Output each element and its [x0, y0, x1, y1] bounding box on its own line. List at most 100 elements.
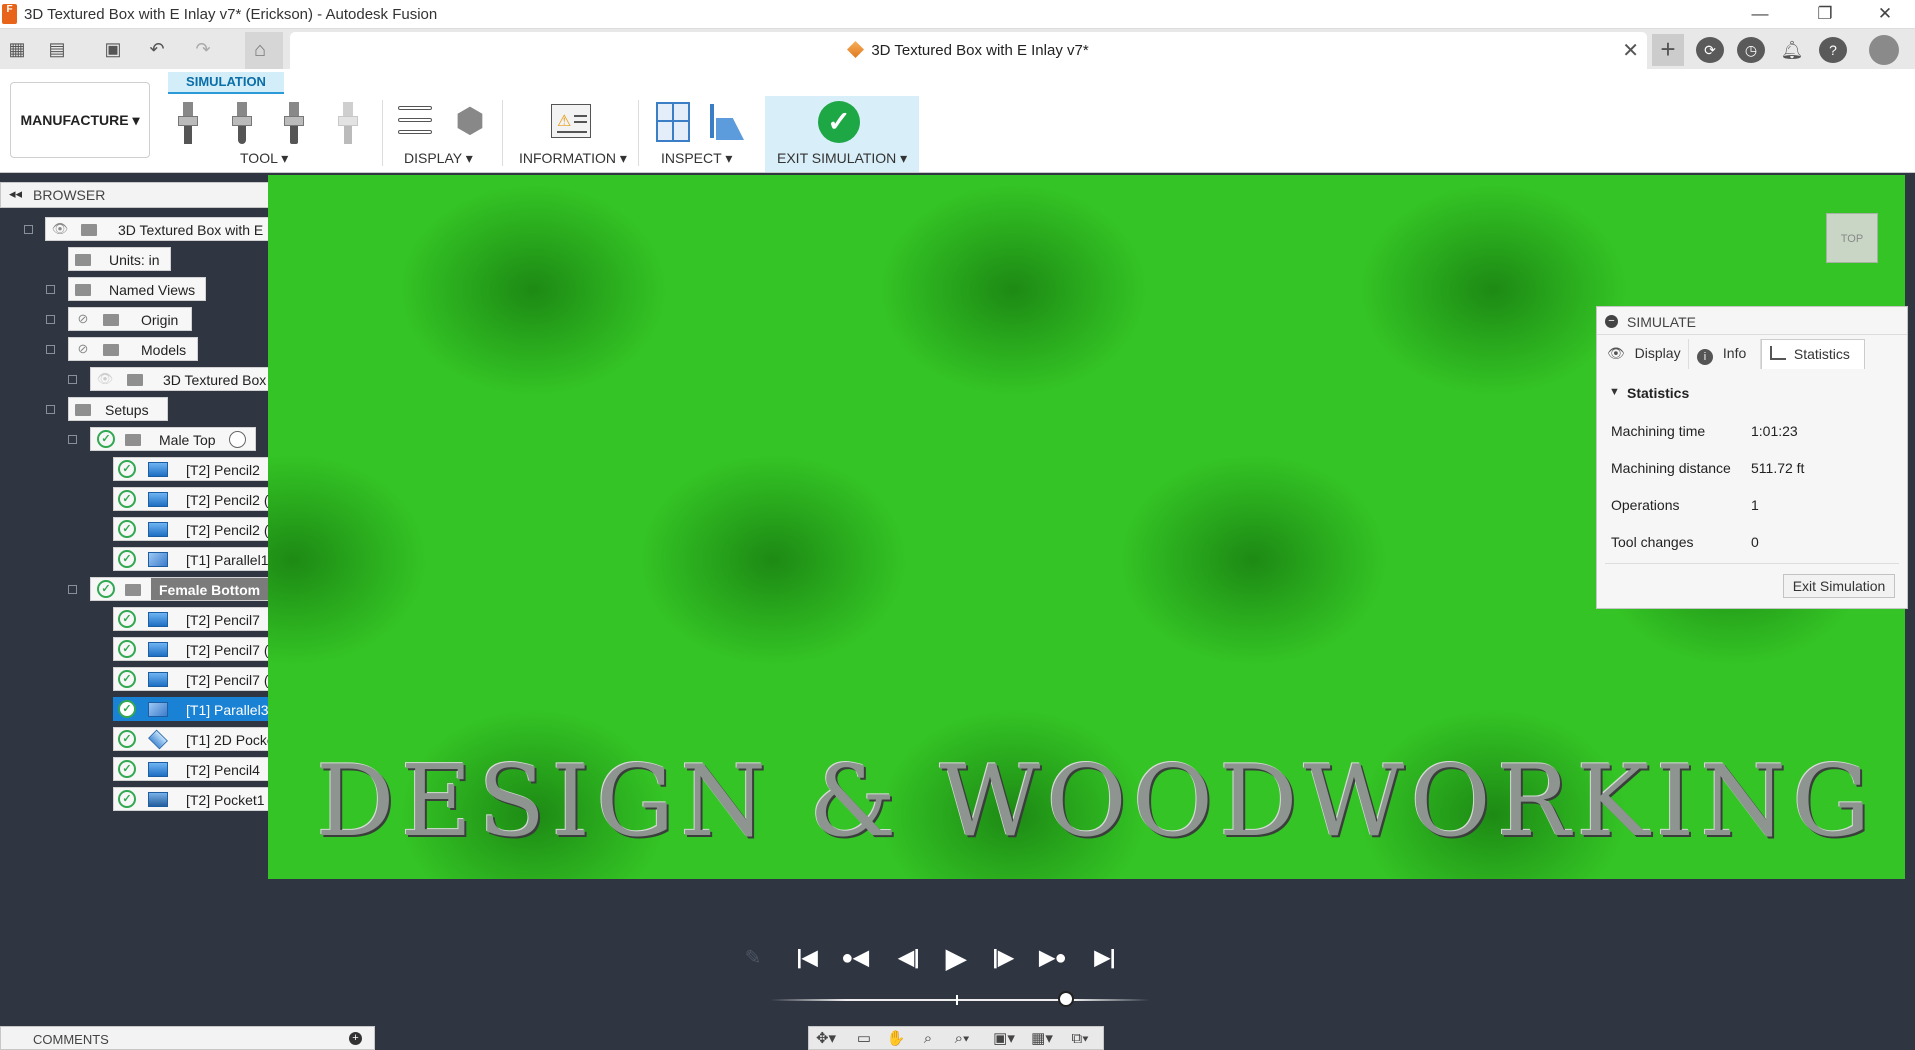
comments-panel[interactable]: COMMENTS + [0, 1026, 375, 1050]
tool-ball-endmill-icon[interactable] [228, 102, 256, 144]
go-to-end-icon[interactable]: ▶| [1090, 945, 1120, 971]
avatar[interactable] [1869, 35, 1899, 65]
units-node[interactable]: Units: in [68, 247, 171, 271]
timeline-handle[interactable] [1058, 991, 1075, 1007]
tool-holder-icon[interactable] [334, 102, 362, 144]
visibility-eye-icon[interactable]: 👁︎ [95, 371, 115, 387]
operation-node[interactable]: ✓ [T2] Pencil4 [113, 757, 270, 781]
models-folder-icon [101, 341, 121, 357]
minimize-icon[interactable]: — [1740, 2, 1780, 26]
extensions-icon[interactable]: ⟳ [1696, 37, 1724, 63]
undo-icon[interactable]: ↶ [144, 36, 170, 62]
viewcube[interactable]: TOP [1826, 213, 1878, 263]
tab-simulation[interactable]: SIMULATION [168, 72, 284, 94]
tab-display[interactable]: 👁︎ Display [1603, 339, 1689, 369]
operation-node[interactable]: ✓ [T2] Pencil7 (3) [113, 667, 288, 691]
origin-node[interactable]: ⊘ Origin [68, 307, 192, 331]
play-icon[interactable]: ▶ [941, 945, 971, 971]
exit-simulation-label[interactable]: EXIT SIMULATION ▾ [777, 150, 907, 167]
inspect-compare-icon[interactable] [706, 102, 746, 142]
expander-setups[interactable] [46, 405, 55, 414]
operation-node[interactable]: ✓ [T2] Pencil7 (2) [113, 637, 288, 661]
tab-statistics[interactable]: Statistics [1761, 339, 1865, 369]
display-group-label[interactable]: DISPLAY ▾ [404, 150, 473, 167]
collapse-panel-icon[interactable]: − [1605, 315, 1618, 328]
look-at-icon[interactable]: ▭ [849, 1029, 879, 1049]
save-icon[interactable]: ▣ [100, 36, 126, 62]
information-group-label[interactable]: INFORMATION ▾ [519, 150, 627, 167]
separator [502, 100, 503, 166]
go-to-start-icon[interactable]: |◀ [792, 945, 822, 971]
pan-icon[interactable]: ✋ [881, 1029, 911, 1049]
expander-female-bottom[interactable] [68, 585, 77, 594]
expander-models[interactable] [46, 345, 55, 354]
zoom-icon[interactable]: ⌕ [913, 1029, 943, 1049]
operation-node[interactable]: ✓ [T2] Pencil7 [113, 607, 270, 631]
stock-settings-icon[interactable]: ✎ [738, 945, 768, 971]
valid-check-icon: ✓ [118, 520, 136, 538]
operation-node[interactable]: ✓ [T2] Pocket1 [113, 787, 273, 811]
tool-bull-nose-icon[interactable] [280, 102, 308, 144]
new-tab-icon[interactable]: + [1652, 34, 1684, 66]
expander-male-top[interactable] [68, 435, 77, 444]
notifications-icon[interactable]: 🔔︎ [1778, 37, 1806, 63]
home-tab[interactable]: ⌂ [245, 32, 283, 69]
caret-down-icon[interactable]: ▼ [1609, 386, 1620, 398]
male-top-node[interactable]: ✓ Male Top [90, 427, 256, 451]
tool-group-label[interactable]: TOOL ▾ [240, 150, 288, 167]
checkmark-icon[interactable]: ✓ [818, 101, 860, 143]
previous-operation-icon[interactable]: ●◀ [840, 945, 870, 971]
operation-node[interactable]: ✓ [T2] Pencil2 [113, 457, 270, 481]
document-tab[interactable]: 3D Textured Box with E Inlay v7* ✕ [290, 32, 1647, 69]
setup-radio-icon[interactable] [229, 431, 246, 448]
restore-icon[interactable]: ❐ [1805, 2, 1845, 26]
step-back-icon[interactable]: ◀| [894, 945, 924, 971]
grid-icon[interactable]: ▦▾ [1027, 1029, 1057, 1049]
valid-check-icon: ✓ [118, 460, 136, 478]
expander-named-views[interactable] [46, 285, 55, 294]
simulation-timeline[interactable] [770, 999, 1150, 1001]
models-node[interactable]: ⊘ Models [68, 337, 198, 361]
comments-title: COMMENTS [33, 1032, 109, 1047]
tab-info[interactable]: i Info [1689, 339, 1761, 369]
operation-node-selected[interactable]: ✓ [T1] Parallel3 [113, 697, 283, 721]
app-grid-icon[interactable]: ▦ [4, 36, 30, 62]
next-operation-icon[interactable]: ▶● [1038, 945, 1068, 971]
hidden-eye-icon[interactable]: ⊘ [73, 341, 93, 357]
exit-simulation-button[interactable]: Exit Simulation [1783, 574, 1895, 598]
job-status-icon[interactable]: ◷ [1737, 37, 1765, 63]
step-forward-icon[interactable]: |▶ [988, 945, 1018, 971]
viewports-icon[interactable]: ⧉▾ [1065, 1029, 1095, 1049]
folder-icon [101, 311, 121, 327]
visibility-eye-icon[interactable]: 👁︎ [50, 221, 70, 237]
close-tab-icon[interactable]: ✕ [1622, 38, 1639, 63]
collapse-panel-icon[interactable]: ◂◂ [9, 186, 22, 202]
add-comment-icon[interactable]: + [349, 1032, 362, 1045]
tool-flat-endmill-icon[interactable] [174, 102, 202, 144]
inspect-section-icon[interactable] [656, 102, 690, 142]
setups-node[interactable]: Setups [68, 397, 168, 421]
help-icon[interactable]: ? [1819, 37, 1847, 63]
file-menu-icon[interactable]: ▤ [44, 36, 70, 62]
expander-root[interactable] [24, 225, 33, 234]
orbit-icon[interactable]: ✥▾ [811, 1029, 841, 1049]
fit-icon[interactable]: ⌕▾ [947, 1029, 977, 1049]
expander-origin[interactable] [46, 315, 55, 324]
information-warning-icon[interactable]: ⚠ [551, 104, 591, 138]
expander-model-item[interactable] [68, 375, 77, 384]
display-stock-icon[interactable] [396, 104, 436, 138]
display-toolpath-icon[interactable]: ⬢ [450, 102, 490, 140]
stat-value: 0 [1751, 534, 1759, 550]
operation-node[interactable]: ✓ [T1] Parallel1 [113, 547, 278, 571]
close-window-icon[interactable]: ✕ [1865, 2, 1905, 26]
workspace-switcher[interactable]: MANUFACTURE ▾ [10, 82, 150, 158]
named-views-node[interactable]: Named Views [68, 277, 206, 301]
operation-node[interactable]: ✓ [T2] Pencil2 (3) [113, 517, 288, 541]
redo-icon[interactable]: ↷ [190, 36, 216, 62]
female-bottom-label: Female Bottom [159, 582, 261, 598]
inspect-group-label[interactable]: INSPECT ▾ [661, 150, 732, 167]
stat-label: Machining distance [1611, 460, 1731, 476]
operation-node[interactable]: ✓ [T2] Pencil2 (2) [113, 487, 288, 511]
display-settings-icon[interactable]: ▣▾ [989, 1029, 1019, 1049]
hidden-eye-icon[interactable]: ⊘ [73, 311, 93, 327]
